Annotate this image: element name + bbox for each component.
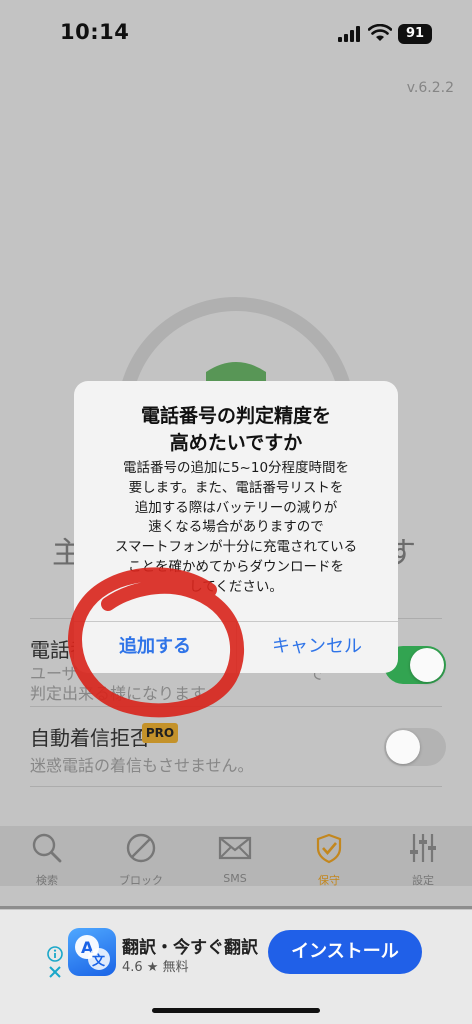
home-indicator[interactable] [152,1008,320,1013]
translate-icon: A 文 [75,935,110,970]
cancel-button[interactable]: キャンセル [236,621,398,673]
svg-text:文: 文 [92,953,106,969]
dialog-title: 電話番号の判定精度を 高めたいですか [140,405,331,454]
alert-dialog: 電話番号の判定精度を 高めたいですか 電話番号の追加に5~10分程度時間を 要し… [74,381,398,673]
info-icon[interactable] [47,946,63,962]
translate-app-icon[interactable]: A 文 [68,928,116,976]
ad-separator [0,906,472,909]
close-icon[interactable] [47,964,63,980]
add-button[interactable]: 追加する [74,621,236,673]
dialog-message: 電話番号の追加に5~10分程度時間を 要します。また、電話番号リストを 追加する… [114,460,358,595]
ad-app-name[interactable]: 翻訳・今すぐ翻訳 [122,933,258,958]
install-button[interactable]: インストール [268,930,422,974]
ad-app-rating: 4.6 ★ 無料 [122,960,189,975]
